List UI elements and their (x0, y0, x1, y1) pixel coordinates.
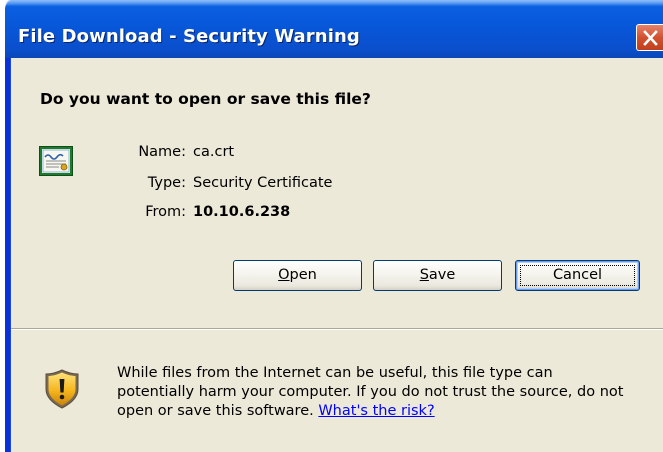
separator-highlight (11, 329, 663, 330)
warning-line-3: open or save this software. What's the r… (117, 402, 657, 421)
open-button-accelerator: O (278, 267, 290, 283)
save-button-label: ave (428, 267, 456, 283)
name-label: Name: (138, 144, 186, 160)
close-button[interactable] (636, 24, 663, 51)
warning-line-3-text: open or save this software. (117, 403, 314, 419)
from-label: From: (145, 204, 186, 220)
save-button-accelerator: S (419, 267, 429, 283)
file-name-value: ca.crt (193, 144, 235, 160)
cancel-button[interactable]: Cancel (515, 260, 640, 291)
open-button[interactable]: Open (233, 260, 362, 291)
file-download-dialog: File Download - Security Warning Do you … (0, 0, 663, 452)
dialog-body: Do you want to open or save this file? N… (11, 58, 663, 452)
open-button-label: pen (289, 267, 317, 283)
window-title: File Download - Security Warning (18, 26, 360, 47)
warning-line-2: potentially harm your computer. If you d… (117, 384, 624, 400)
title-bar-highlight (5, 0, 663, 6)
file-source-value: 10.10.6.238 (193, 204, 291, 220)
type-label: Type: (147, 175, 186, 191)
save-button[interactable]: Save (373, 260, 502, 291)
security-warning-text: While files from the Internet can be use… (117, 364, 657, 421)
file-type-value: Security Certificate (193, 175, 333, 191)
dialog-question: Do you want to open or save this file? (40, 90, 371, 108)
close-icon (643, 30, 658, 46)
whats-the-risk-link[interactable]: What's the risk? (318, 403, 434, 419)
warning-line-1: While files from the Internet can be use… (117, 365, 553, 381)
security-shield-icon (45, 369, 79, 409)
focus-rectangle (520, 265, 635, 286)
certificate-icon (39, 146, 73, 176)
